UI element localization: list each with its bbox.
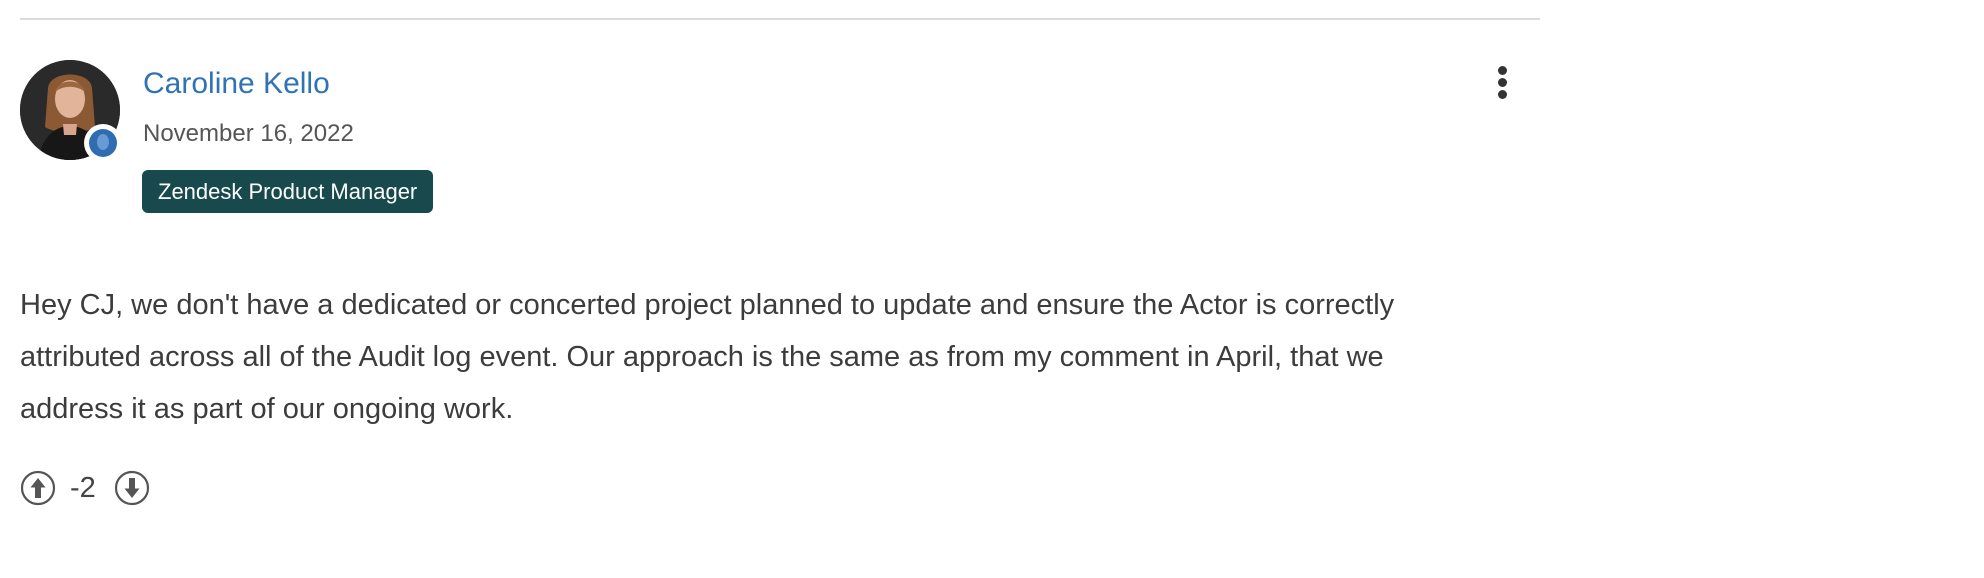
- author-avatar-group[interactable]: [20, 60, 122, 162]
- top-divider: [20, 18, 1540, 20]
- comment-body: Hey CJ, we don't have a dedicated or con…: [20, 289, 1395, 425]
- vertical-ellipsis-icon: [1492, 66, 1512, 99]
- more-options-button[interactable]: [1492, 66, 1512, 102]
- arrow-down-circle-icon: [114, 470, 150, 506]
- author-name-link[interactable]: Caroline Kello: [143, 64, 330, 104]
- role-indicator-icon: [84, 124, 122, 162]
- arrow-up-circle-icon: [20, 470, 56, 506]
- downvote-button[interactable]: [114, 470, 150, 506]
- role-badge: Zendesk Product Manager: [142, 170, 434, 213]
- upvote-button[interactable]: [20, 470, 56, 506]
- vote-count: -2: [70, 472, 96, 504]
- post-date: November 16, 2022: [143, 120, 354, 147]
